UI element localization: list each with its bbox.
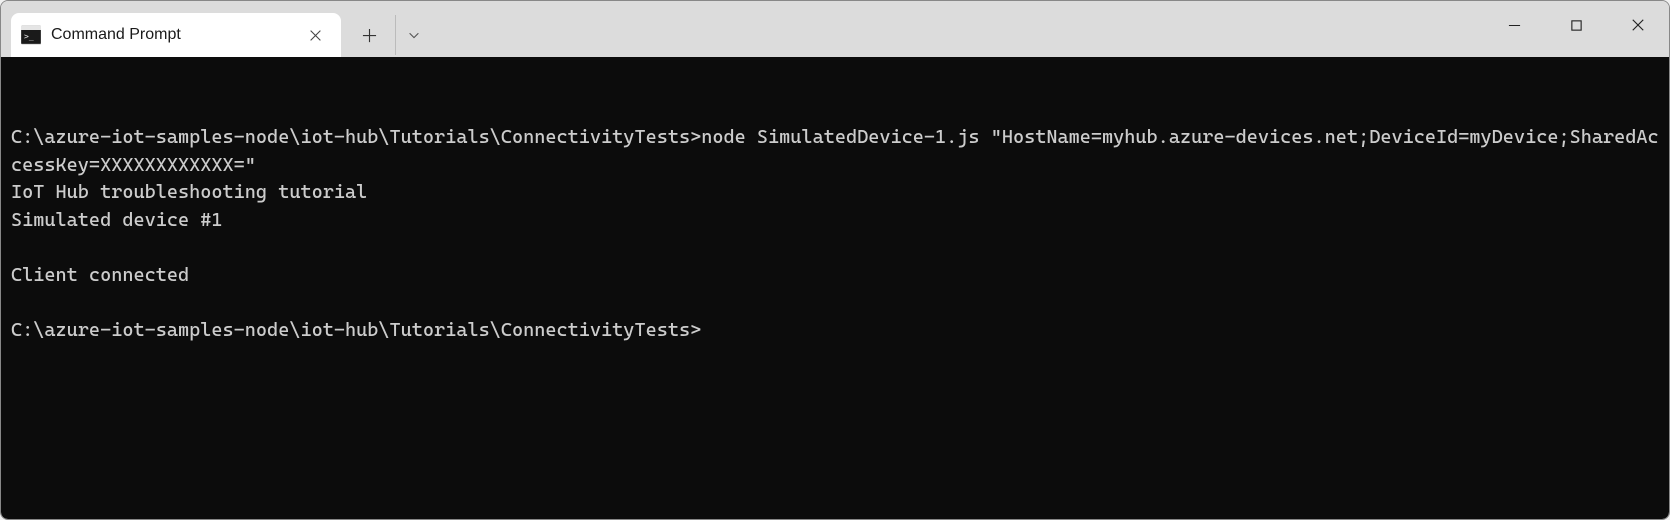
- svg-text:>_: >_: [24, 32, 34, 41]
- terminal-output[interactable]: C:\azure-iot-samples-node\iot-hub\Tutori…: [1, 57, 1669, 519]
- terminal-line: C:\azure-iot-samples-node\iot-hub\Tutori…: [11, 124, 1659, 179]
- terminal-line: IoT Hub troubleshooting tutorial: [11, 179, 1659, 207]
- maximize-button[interactable]: [1545, 1, 1607, 49]
- minimize-icon: [1508, 19, 1521, 32]
- terminal-line: Simulated device #1: [11, 207, 1659, 235]
- window-frame: >_ Command Prompt: [0, 0, 1670, 520]
- plus-icon: [362, 28, 377, 43]
- minimize-button[interactable]: [1483, 1, 1545, 49]
- close-button[interactable]: [1607, 1, 1669, 49]
- terminal-line: Client connected: [11, 262, 1659, 290]
- titlebar: >_ Command Prompt: [1, 1, 1669, 57]
- chevron-down-icon: [407, 28, 421, 42]
- cmd-icon: >_: [21, 25, 41, 45]
- window-controls: [1483, 1, 1669, 49]
- terminal-line: [11, 234, 1659, 262]
- terminal-line: C:\azure-iot-samples-node\iot-hub\Tutori…: [11, 317, 1659, 345]
- new-tab-button[interactable]: [349, 15, 389, 55]
- tab-title: Command Prompt: [51, 26, 293, 44]
- tab-close-button[interactable]: [303, 23, 327, 47]
- tab-dropdown-button[interactable]: [395, 15, 431, 55]
- maximize-icon: [1570, 19, 1583, 32]
- close-icon: [1631, 18, 1645, 32]
- terminal-line: [11, 289, 1659, 317]
- tab-command-prompt[interactable]: >_ Command Prompt: [11, 13, 341, 57]
